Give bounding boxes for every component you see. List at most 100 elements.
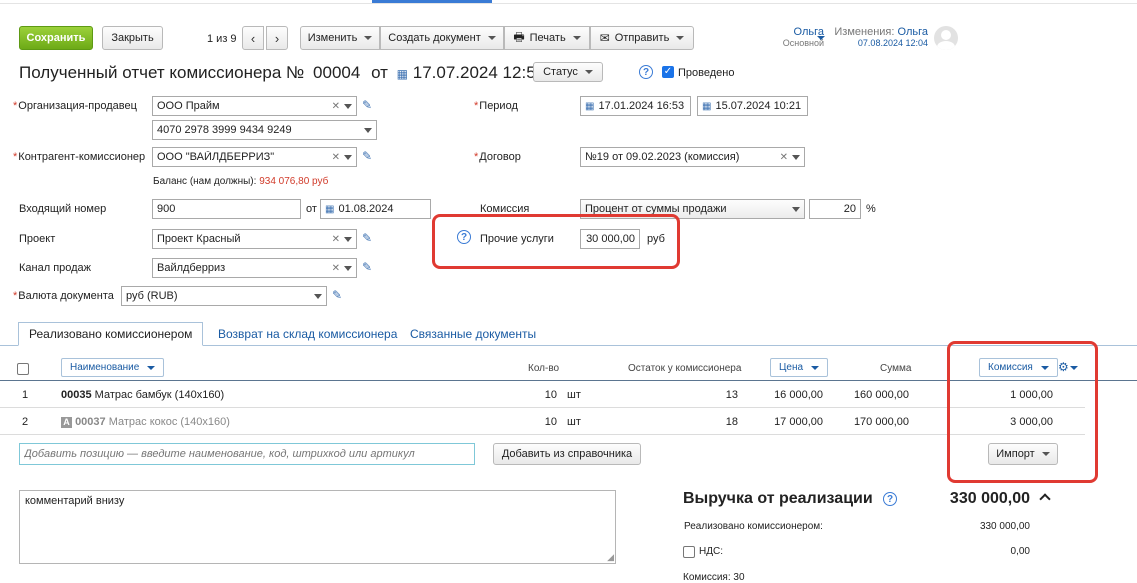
calendar-icon: ▦	[702, 100, 712, 112]
chevron-down-icon	[584, 70, 593, 74]
tab-sold[interactable]: Реализовано комиссионером	[18, 322, 204, 346]
tab-related[interactable]: Связанные документы	[400, 322, 546, 346]
envelope-icon: ✉	[599, 31, 610, 45]
org-field[interactable]: ООО Прайм ✕	[152, 96, 357, 116]
archived-item-icon: A	[61, 417, 72, 428]
chevron-down-icon[interactable]	[344, 265, 352, 271]
row-sum[interactable]: 170 000,00	[840, 416, 909, 428]
row-remain: 18	[725, 416, 738, 428]
next-arrow-icon[interactable]: ›	[266, 26, 288, 50]
send-button[interactable]: ✉ Отправить	[590, 26, 694, 50]
revenue-title: Выручка от реализации	[683, 490, 873, 507]
currency-field[interactable]: руб (RUB)	[121, 286, 327, 306]
row-qty[interactable]: 10	[520, 416, 557, 428]
chevron-down-icon[interactable]	[344, 154, 352, 160]
add-from-catalog-button[interactable]: Добавить из справочника	[493, 443, 641, 465]
counterparty-label: *Контрагент-комиссионер	[13, 151, 146, 163]
changes-user[interactable]: Ольга	[898, 26, 928, 38]
create-document-label: Создать документ	[388, 32, 481, 44]
channel-label: Канал продаж	[19, 262, 92, 274]
period-from: 17.01.2024 16:53	[598, 100, 685, 112]
edit-pencil-icon[interactable]: ✎	[362, 260, 372, 274]
sold-label: Реализовано комиссионером:	[684, 521, 823, 532]
user-menu[interactable]: Ольга Основной	[762, 26, 824, 48]
chevron-down-icon[interactable]	[314, 293, 322, 299]
incoming-date-field[interactable]: ▦ 01.08.2024	[320, 199, 431, 219]
avatar[interactable]	[934, 26, 958, 50]
row-price[interactable]: 17 000,00	[760, 416, 823, 428]
calendar-icon[interactable]: ▦	[397, 67, 408, 81]
comment-textarea[interactable]: комментарий внизу ◢	[19, 490, 616, 564]
status-button[interactable]: Статус	[533, 62, 603, 82]
chevron-down-icon[interactable]	[344, 236, 352, 242]
vat-label: НДС:	[699, 546, 723, 557]
col-name-header[interactable]: Наименование	[61, 358, 165, 377]
page-title: Полученный отчет комиссионера № 00004 от…	[19, 63, 545, 83]
tab-return[interactable]: Возврат на склад комиссионера	[208, 322, 407, 346]
row-qty[interactable]: 10	[520, 389, 557, 401]
add-position-input[interactable]	[19, 443, 475, 465]
counterparty-field[interactable]: ООО "ВАЙЛДБЕРРИЗ" ✕	[152, 147, 357, 167]
chevron-down-icon	[811, 365, 820, 370]
org-label: *Организация-продавец	[13, 100, 137, 112]
user-chevron-icon[interactable]	[817, 36, 825, 40]
resize-handle-icon[interactable]: ◢	[607, 552, 614, 563]
period-from-field[interactable]: ▦ 17.01.2024 16:53	[580, 96, 691, 116]
prev-arrow-icon[interactable]: ‹	[242, 26, 264, 50]
collapse-chevron-up-icon[interactable]	[1039, 490, 1053, 505]
currency-label: *Валюта документа	[13, 290, 114, 302]
chevron-down-icon	[364, 36, 373, 40]
incoming-number-field[interactable]: 900	[152, 199, 301, 219]
chevron-down-icon[interactable]	[344, 103, 352, 109]
edit-pencil-icon[interactable]: ✎	[362, 231, 372, 245]
commission-percent: 20	[843, 203, 856, 215]
edit-pencil-icon[interactable]: ✎	[362, 98, 372, 112]
select-all-checkbox[interactable]	[17, 363, 29, 375]
doc-number[interactable]: 00004	[313, 63, 360, 82]
chevron-down-icon[interactable]	[364, 127, 372, 133]
clear-icon[interactable]: ✕	[332, 263, 340, 274]
print-button[interactable]: 🖶 Печать	[504, 26, 590, 50]
help-icon[interactable]: ?	[883, 492, 897, 506]
changes-label: Изменения:	[834, 26, 895, 38]
clear-icon[interactable]: ✕	[332, 101, 340, 112]
posted-checkbox[interactable]: ✓	[662, 66, 674, 78]
vat-value: 0,00	[1010, 546, 1030, 557]
clear-icon[interactable]: ✕	[780, 152, 788, 163]
org-value: ООО Прайм	[157, 100, 220, 112]
clear-icon[interactable]: ✕	[332, 152, 340, 163]
project-label: Проект	[19, 233, 56, 245]
channel-field[interactable]: Вайлдберриз ✕	[152, 258, 357, 278]
contract-field[interactable]: №19 от 09.02.2023 (комиссия) ✕	[580, 147, 805, 167]
print-label: Печать	[529, 32, 566, 44]
vat-checkbox[interactable]	[683, 546, 695, 558]
comment-text: комментарий внизу	[25, 495, 125, 507]
period-to-field[interactable]: ▦ 15.07.2024 10:21	[697, 96, 808, 116]
save-button[interactable]: Сохранить	[19, 26, 93, 50]
row-item[interactable]: 00035 Матрас бамбук (140x160)	[61, 389, 224, 401]
row-sum[interactable]: 160 000,00	[840, 389, 909, 401]
edit-pencil-icon[interactable]: ✎	[332, 288, 342, 302]
chevron-down-icon	[147, 365, 156, 370]
contract-value: №19 от 09.02.2023 (комиссия)	[585, 151, 740, 163]
row-item[interactable]: A 00037 Матрас кокос (140x160)	[61, 416, 230, 428]
doc-from: от	[371, 63, 388, 82]
change-button[interactable]: Изменить	[300, 26, 380, 50]
clear-icon[interactable]: ✕	[332, 234, 340, 245]
doc-date[interactable]: 17.07.2024 12:55	[413, 63, 545, 82]
help-icon[interactable]: ?	[639, 65, 653, 79]
create-document-button[interactable]: Создать документ	[380, 26, 504, 50]
col-remain-header: Остаток у комиссионера	[628, 362, 742, 374]
item-code: 00037	[75, 416, 106, 428]
edit-pencil-icon[interactable]: ✎	[362, 149, 372, 163]
pager-text: 1 из 9	[207, 33, 237, 45]
project-field[interactable]: Проект Красный ✕	[152, 229, 357, 249]
commission-percent-field[interactable]: 20	[809, 199, 861, 219]
close-button[interactable]: Закрыть	[102, 26, 163, 50]
counterparty-value: ООО "ВАЙЛДБЕРРИЗ"	[157, 151, 275, 163]
row-price[interactable]: 16 000,00	[760, 389, 823, 401]
change-label: Изменить	[307, 32, 358, 44]
chevron-down-icon[interactable]	[792, 154, 800, 160]
col-price-header[interactable]: Цена	[770, 358, 829, 377]
account-field[interactable]: 4070 2978 3999 9434 9249	[152, 120, 377, 140]
